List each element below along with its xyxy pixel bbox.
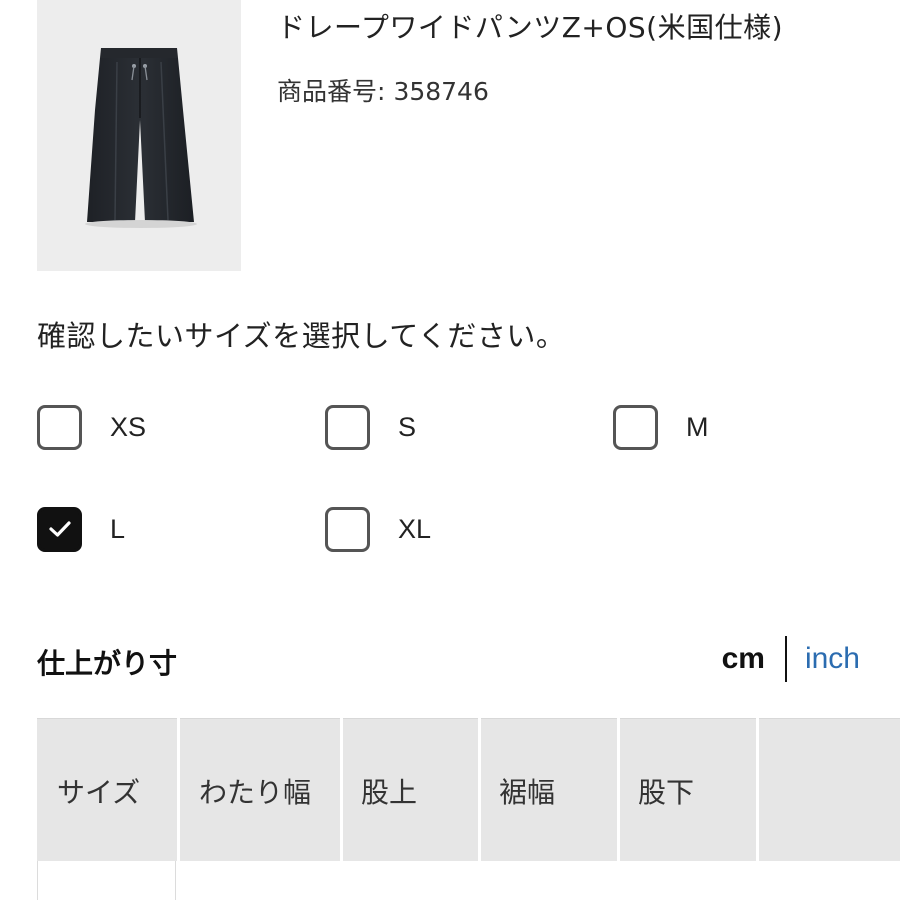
size-label: XS: [110, 411, 147, 442]
checkbox[interactable]: [37, 404, 82, 450]
size-select-prompt: 確認したいサイズを選択してください。: [37, 319, 566, 353]
size-label: S: [398, 411, 417, 442]
unit-cm-button[interactable]: cm: [722, 642, 785, 676]
checkmark-icon: [48, 521, 71, 537]
product-number-value: 358746: [393, 77, 489, 106]
size-label: L: [110, 513, 126, 544]
table-row: [37, 861, 900, 900]
size-option-l[interactable]: L: [37, 505, 125, 553]
product-number: 商品番号: 358746: [277, 72, 489, 108]
measurements-table: サイズ わたり幅 股上 裾幅 股下: [37, 718, 900, 900]
checkbox-checked[interactable]: [37, 506, 82, 552]
pants-image: [85, 48, 197, 228]
unit-inch-link[interactable]: inch: [787, 642, 860, 676]
product-image: [37, 0, 241, 271]
size-option-xs[interactable]: XS: [37, 403, 146, 451]
size-label: XL: [398, 513, 432, 544]
measurements-title: 仕上がり寸: [37, 647, 178, 680]
unit-switch: cm inch: [722, 636, 860, 682]
size-option-s[interactable]: S: [325, 403, 416, 451]
size-option-xl[interactable]: XL: [325, 505, 431, 553]
product-title: ドレープワイドパンツZ+OS(米国仕様): [277, 11, 784, 44]
th-inseam: 股下: [638, 775, 695, 809]
th-rise: 股上: [361, 775, 418, 809]
product-number-label: 商品番号:: [277, 77, 386, 106]
size-label: M: [686, 411, 709, 442]
size-option-m[interactable]: M: [613, 403, 709, 451]
table-header-row: サイズ わたり幅 股上 裾幅 股下: [37, 718, 900, 861]
checkbox[interactable]: [325, 506, 370, 552]
checkbox[interactable]: [613, 404, 658, 450]
column-divider: [175, 861, 176, 900]
th-thigh-width: わたり幅: [199, 775, 312, 809]
checkbox[interactable]: [325, 404, 370, 450]
th-hem-width: 裾幅: [499, 775, 556, 809]
th-size: サイズ: [57, 775, 141, 809]
